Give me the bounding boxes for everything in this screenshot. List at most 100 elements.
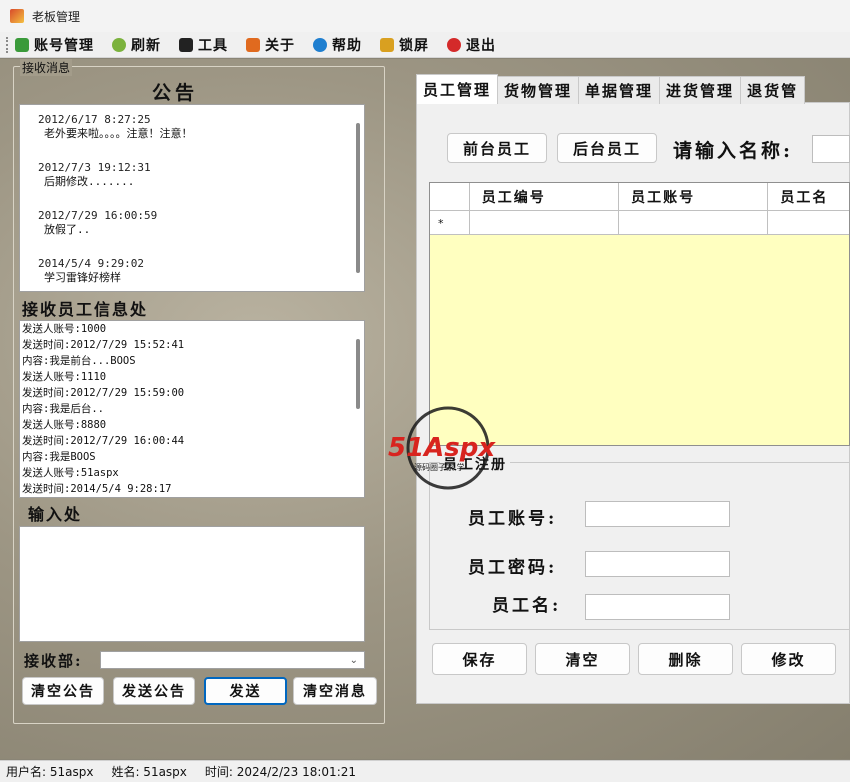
status-time: 时间: 2024/2/23 18:01:21 [204,765,357,779]
tab-staff-management[interactable]: 员工管理 [416,74,499,104]
receive-message-legend: 接收消息 [20,59,73,76]
about-icon [246,37,260,52]
send-announcement-button[interactable]: 发送公告 [113,677,195,705]
received-line: 发送时间:2012/7/29 15:59:00 [22,387,185,399]
menu-exit[interactable]: 退出 [447,35,496,55]
announcement-text: 学习雷锋好榜样 [44,271,121,284]
received-line: 发送人账号:51aspx [22,467,119,479]
toolbar-grip[interactable] [6,36,9,53]
announcement-entry: 2012/7/3 19:12:31 后期修改....... [38,161,364,189]
announcement-text: 老外要来啦。。。。注意！注意！ [44,127,193,140]
received-line: 发送人账号:1000 [22,323,107,335]
receiver-dropdown[interactable]: ⌄ [100,651,365,669]
save-button[interactable]: 保存 [432,643,527,675]
staff-password-input[interactable] [585,551,730,577]
tab-strip: 员工管理 货物管理 单据管理 进货管理 退货管 [416,74,806,104]
receive-staff-heading: 接收员工信息处 [22,300,149,319]
status-user: 用户名: 51aspx [6,765,94,779]
announcement-entry: 2012/6/17 8:27:25 老外要来啦。。。。注意！注意！ [38,113,364,141]
announcement-time: 2012/7/29 16:00:59 [38,209,158,222]
tab-purchase-management[interactable]: 进货管理 [659,76,742,104]
menu-refresh[interactable]: 刷新 [112,35,161,55]
menu-refresh-label: 刷新 [131,37,161,54]
help-icon [313,37,327,52]
watermark-graphic: 51Aspx 源码圈子家 学 [388,406,496,490]
announcement-entry: 2012/7/29 16:00:59 放假了.. [38,209,364,237]
send-button[interactable]: 发送 [204,677,287,705]
refresh-icon [112,37,126,52]
row-header-corner [430,183,470,211]
new-row-marker: * [430,211,470,235]
window-title: 老板管理 [32,9,81,24]
grid-new-row[interactable]: * [430,211,849,235]
menu-account-label: 账号管理 [34,37,94,54]
staff-name-label: 员工名: [492,596,562,616]
announcement-text: 放假了.. [44,223,91,236]
received-scrollbar[interactable] [356,339,360,409]
watermark-sub: 源码圈子家 学 [414,462,465,472]
menu-lock-label: 锁屏 [399,37,429,54]
chevron-down-icon: ⌄ [349,655,358,666]
exit-icon [447,37,461,52]
clear-message-button[interactable]: 清空消息 [293,677,377,705]
staff-password-label: 员工密码: [468,558,558,578]
menu-bar: 账号管理 刷新 工具 关于 帮助 锁屏 退出 [0,32,850,58]
search-input[interactable] [812,135,850,163]
receiver-label: 接收部: [24,652,83,670]
menu-about[interactable]: 关于 [246,35,295,55]
front-staff-button[interactable]: 前台员工 [447,133,547,163]
announcement-scrollbar[interactable] [356,123,360,273]
delete-button[interactable]: 删除 [638,643,733,675]
received-line: 发送人账号:8880 [22,419,107,431]
message-input[interactable] [19,526,365,642]
tab-goods-management[interactable]: 货物管理 [497,76,580,104]
menu-help-label: 帮助 [332,37,362,54]
received-line: 发送人账号:1110 [22,371,107,383]
received-line: 发送时间:2014/5/4 9:28:17 [22,483,172,495]
menu-tools-label: 工具 [198,37,228,54]
watermark-brand: 51Aspx [388,433,496,463]
menu-about-label: 关于 [265,37,295,54]
status-name: 姓名: 51aspx [111,765,187,779]
announcement-text: 后期修改....... [44,175,135,188]
modify-button[interactable]: 修改 [741,643,836,675]
column-header-staff-id[interactable]: 员工编号 [470,183,620,211]
account-icon [15,37,29,52]
grid-cell[interactable] [470,211,620,235]
back-staff-button[interactable]: 后台员工 [557,133,657,163]
tab-return-management[interactable]: 退货管 [740,76,806,104]
clear-announcement-button[interactable]: 清空公告 [22,677,104,705]
input-heading: 输入处 [28,505,83,524]
grid-cell[interactable] [619,211,769,235]
column-header-staff-account[interactable]: 员工账号 [619,183,769,211]
tool-icon [179,37,193,52]
menu-tools[interactable]: 工具 [179,35,228,55]
announcement-entry: 2014/5/4 9:29:02 学习雷锋好榜样 [38,257,364,285]
menu-help[interactable]: 帮助 [313,35,362,55]
status-bar: 用户名: 51aspx 姓名: 51aspx 时间: 2024/2/23 18:… [0,760,850,782]
watermark-logo: 51Aspx 源码圈子家 学 [388,404,518,490]
grid-cell[interactable] [768,211,849,235]
received-line: 内容:我是BOOS [22,451,96,463]
clear-button[interactable]: 清空 [535,643,630,675]
announcement-panel[interactable]: 2012/6/17 8:27:25 老外要来啦。。。。注意！注意！ 2012/7… [19,104,365,292]
received-line: 内容:我是后台.. [22,403,104,415]
menu-lock[interactable]: 锁屏 [380,35,429,55]
column-header-staff-name[interactable]: 员工名 [768,183,849,211]
staff-account-label: 员工账号: [468,509,558,529]
menu-exit-label: 退出 [466,37,496,54]
received-messages-panel[interactable]: 发送人账号:1000 发送时间:2012/7/29 15:52:41 内容:我是… [19,320,365,498]
received-line: 发送时间:2012/7/29 16:00:44 [22,435,185,447]
announcement-time: 2012/6/17 8:27:25 [38,113,151,126]
menu-account[interactable]: 账号管理 [15,35,94,55]
received-line: 发送时间:2012/7/29 15:52:41 [22,339,185,351]
grid-header: 员工编号 员工账号 员工名 [430,183,849,211]
staff-name-input[interactable] [585,594,730,620]
announcement-heading: 公告 [152,82,199,104]
tab-document-management[interactable]: 单据管理 [578,76,661,104]
app-icon [10,9,24,23]
lock-icon [380,37,394,52]
announcement-time: 2014/5/4 9:29:02 [38,257,144,270]
announcement-time: 2012/7/3 19:12:31 [38,161,151,174]
staff-account-input[interactable] [585,501,730,527]
